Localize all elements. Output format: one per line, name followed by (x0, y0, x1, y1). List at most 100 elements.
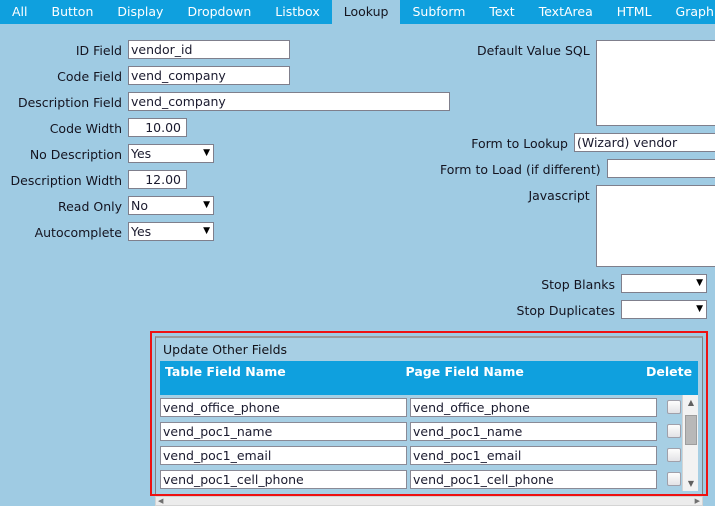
table-field-name-input[interactable] (160, 421, 407, 441)
field-row-stop-blanks: Stop Blanks ▼ (440, 274, 715, 293)
field-row-no-description: No Description Yes ▼ (0, 144, 460, 163)
code-width-input[interactable] (128, 118, 187, 137)
form-to-lookup-input[interactable] (574, 133, 715, 152)
stop-blanks-select[interactable]: ▼ (621, 274, 707, 293)
column-header-table-field-name: Table Field Name (165, 364, 286, 379)
left-form-panel: ID Field Code Field Description Field Co… (0, 40, 460, 248)
default-value-sql-textarea[interactable] (595, 40, 715, 126)
tab-label: Lookup (343, 4, 389, 19)
tab-label: Graph (675, 4, 714, 19)
table-row (160, 443, 698, 467)
column-header-delete: Delete (646, 364, 693, 379)
javascript-label: Javascript (528, 188, 590, 203)
field-row-form-to-lookup: Form to Lookup (440, 133, 715, 152)
description-field-input[interactable] (128, 92, 450, 111)
description-field-label: Description Field (17, 95, 122, 110)
delete-checkbox[interactable] (667, 448, 681, 462)
update-other-fields-panel: Update Other Fields Table Field Name Pag… (155, 336, 703, 496)
tab-lookup[interactable]: Lookup (331, 0, 401, 24)
tab-label: Listbox (275, 4, 320, 19)
page-field-name-input[interactable] (410, 469, 657, 489)
tab-label: TextArea (538, 4, 593, 19)
field-row-id-field: ID Field (0, 40, 460, 59)
chevron-down-icon: ▼ (696, 278, 703, 288)
id-field-input[interactable] (128, 40, 290, 59)
vertical-scrollbar[interactable]: ▲ ▼ (682, 395, 698, 491)
no-description-value: Yes (131, 146, 152, 161)
page-field-name-input[interactable] (410, 445, 657, 465)
field-row-code-field: Code Field (0, 66, 460, 85)
update-other-fields-title: Update Other Fields (163, 342, 288, 357)
scroll-right-icon[interactable]: ▶ (693, 497, 702, 505)
code-field-label: Code Field (57, 69, 122, 84)
field-row-default-value-sql: Default Value SQL (440, 40, 715, 126)
table-row (160, 395, 698, 419)
tab-display[interactable]: Display (105, 0, 176, 24)
read-only-select[interactable]: No ▼ (128, 196, 214, 215)
tab-html[interactable]: HTML (604, 0, 664, 24)
description-width-label: Description Width (10, 173, 122, 188)
tab-bar-underline (0, 24, 715, 30)
chevron-down-icon: ▼ (203, 226, 210, 236)
right-form-panel: Default Value SQL Form to Lookup Form to… (440, 40, 715, 326)
read-only-value: No (131, 198, 148, 213)
field-row-autocomplete: Autocomplete Yes ▼ (0, 222, 460, 241)
javascript-textarea[interactable] (595, 185, 715, 267)
description-width-input[interactable] (128, 170, 187, 189)
delete-checkbox[interactable] (667, 424, 681, 438)
scroll-up-icon[interactable]: ▲ (683, 395, 698, 410)
id-field-label: ID Field (75, 43, 122, 58)
no-description-select[interactable]: Yes ▼ (128, 144, 214, 163)
update-other-fields-header-row: Table Field Name Page Field Name Delete (160, 361, 698, 395)
page-field-name-input[interactable] (410, 397, 657, 417)
stop-blanks-label: Stop Blanks (541, 277, 615, 292)
field-row-description-field: Description Field (0, 92, 460, 111)
chevron-down-icon: ▼ (696, 304, 703, 314)
tab-label: Button (51, 4, 94, 19)
field-row-stop-duplicates: Stop Duplicates ▼ (440, 300, 715, 319)
scrollbar-thumb[interactable] (685, 415, 697, 445)
tab-label: Subform (412, 4, 466, 19)
table-row (160, 467, 698, 491)
stop-duplicates-label: Stop Duplicates (516, 303, 615, 318)
code-width-label: Code Width (49, 121, 122, 136)
delete-checkbox[interactable] (667, 472, 681, 486)
update-other-fields-rows: ▲ ▼ (160, 395, 698, 491)
autocomplete-value: Yes (131, 224, 152, 239)
no-description-label: No Description (29, 147, 122, 162)
delete-checkbox[interactable] (667, 400, 681, 414)
read-only-label: Read Only (57, 199, 122, 214)
tab-dropdown[interactable]: Dropdown (175, 0, 264, 24)
tab-bar: All Button Display Dropdown Listbox Look… (0, 0, 715, 24)
form-to-load-label: Form to Load (if different) (440, 162, 601, 177)
autocomplete-label: Autocomplete (34, 225, 122, 240)
tab-all[interactable]: All (0, 0, 40, 24)
horizontal-scrollbar[interactable]: ◀ ▶ (155, 496, 703, 506)
chevron-down-icon: ▼ (203, 200, 210, 210)
table-field-name-input[interactable] (160, 445, 407, 465)
column-header-page-field-name: Page Field Name (405, 364, 524, 379)
form-to-lookup-label: Form to Lookup (471, 136, 568, 151)
default-value-sql-label: Default Value SQL (477, 43, 590, 58)
table-row (160, 419, 698, 443)
tab-label: Display (117, 4, 164, 19)
scroll-down-icon[interactable]: ▼ (683, 476, 698, 491)
tab-listbox[interactable]: Listbox (263, 0, 332, 24)
form-to-load-input[interactable] (606, 159, 715, 178)
tab-textarea[interactable]: TextArea (526, 0, 605, 24)
field-row-javascript: Javascript (440, 185, 715, 267)
tab-text[interactable]: Text (477, 0, 527, 24)
stop-duplicates-select[interactable]: ▼ (621, 300, 707, 319)
scroll-left-icon[interactable]: ◀ (156, 497, 165, 505)
field-row-read-only: Read Only No ▼ (0, 196, 460, 215)
tab-label: Text (489, 4, 515, 19)
tab-graph[interactable]: Graph (663, 0, 715, 24)
code-field-input[interactable] (128, 66, 290, 85)
table-field-name-input[interactable] (160, 469, 407, 489)
field-row-code-width: Code Width (0, 118, 460, 137)
page-field-name-input[interactable] (410, 421, 657, 441)
autocomplete-select[interactable]: Yes ▼ (128, 222, 214, 241)
table-field-name-input[interactable] (160, 397, 407, 417)
tab-subform[interactable]: Subform (400, 0, 478, 24)
tab-button[interactable]: Button (39, 0, 106, 24)
